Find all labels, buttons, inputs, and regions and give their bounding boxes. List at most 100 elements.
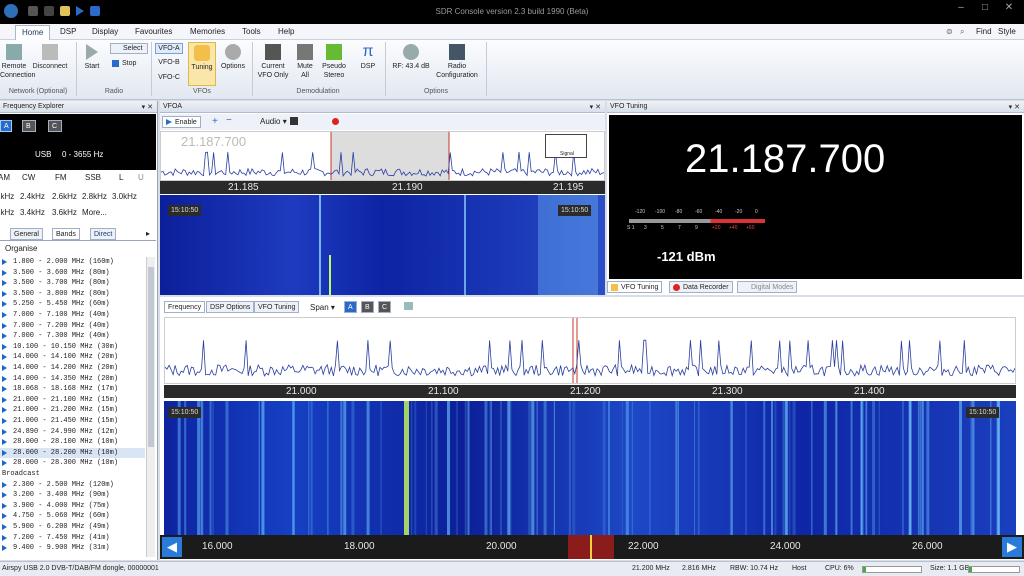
dsp-button[interactable]: π DSP (356, 44, 380, 71)
mode-cw[interactable]: CW (22, 173, 35, 182)
tab-home[interactable]: Home (15, 25, 51, 40)
band-list-item[interactable]: 5.900 - 6.200 MHz (49m) (0, 522, 145, 533)
band-list-item[interactable]: 5.250 - 5.450 MHz (60m) (0, 299, 145, 310)
chevron-right-icon[interactable]: ▸ (146, 229, 150, 238)
band-list-item[interactable]: 7.000 - 7.100 MHz (40m) (0, 310, 145, 321)
rf-gain-button[interactable]: RF: 43.4 dB (388, 44, 434, 71)
tab-display[interactable]: Display (92, 27, 118, 36)
print-icon[interactable] (404, 302, 413, 310)
zoom-in-icon[interactable]: + (212, 116, 218, 127)
band-list-item[interactable]: 21.000 - 21.200 MHz (15m) (0, 405, 145, 416)
more-filters-button[interactable]: More... (82, 208, 107, 217)
band-list-item[interactable]: 28.000 - 28.300 MHz (10m) (0, 458, 145, 469)
vfo-c-select[interactable]: C (378, 301, 392, 313)
band-list-item[interactable]: 21.000 - 21.100 MHz (15m) (0, 395, 145, 406)
scroll-right-button[interactable]: ▶ (1002, 537, 1022, 557)
main-waterfall[interactable]: 15:10:50 15:10:50 (164, 401, 1016, 535)
vfo-c-select[interactable]: C (48, 120, 62, 132)
tab-general[interactable]: General (10, 228, 43, 240)
filter-button[interactable]: 3.6kHz (52, 208, 77, 217)
tab-help[interactable]: Help (278, 27, 294, 36)
maximize-button[interactable]: □ (974, 2, 996, 16)
band-list-item[interactable]: 28.000 - 28.100 MHz (10m) (0, 437, 145, 448)
minimize-button[interactable]: – (950, 2, 972, 16)
mute-all-button[interactable]: Mute All (293, 44, 317, 80)
tab-direct[interactable]: Direct (90, 228, 117, 240)
vfo-a-select[interactable]: A (344, 301, 357, 313)
vfo-a-button[interactable]: VFO-A (155, 43, 183, 54)
mode-fm[interactable]: FM (55, 173, 67, 182)
band-list-item[interactable]: 14.000 - 14.350 MHz (20m) (0, 374, 145, 385)
tab-dsp[interactable]: DSP (60, 27, 76, 36)
broadcast-header[interactable]: Broadcast (0, 469, 145, 480)
band-list-item[interactable]: 3.200 - 3.400 MHz (90m) (0, 490, 145, 501)
tab-frequency[interactable]: Frequency (164, 301, 206, 313)
audio-dropdown[interactable]: Audio ▾ (260, 117, 287, 126)
filter-button[interactable]: 3.4kHz (20, 208, 45, 217)
speaker-icon[interactable] (290, 117, 298, 125)
band-list-item[interactable]: 2.300 - 2.500 MHz (120m) (0, 480, 145, 491)
mode-am[interactable]: AM (0, 173, 10, 182)
band-list-item[interactable]: 21.000 - 21.450 MHz (15m) (0, 416, 145, 427)
vfo-options-button[interactable]: Options (218, 44, 248, 71)
filter-button[interactable]: 2.4kHz (20, 192, 45, 201)
vfoa-spectrum[interactable]: 21.187.700 Signal (160, 131, 605, 181)
vfo-a-select[interactable]: A (0, 120, 12, 132)
select-button[interactable]: Select (110, 43, 148, 54)
band-list-item[interactable]: 3.500 - 3.700 MHz (80m) (0, 278, 145, 289)
tab-memories[interactable]: Memories (190, 27, 225, 36)
band-list-scrollbar[interactable] (146, 257, 155, 557)
tab-vfo-tuning-2[interactable]: VFO Tuning (254, 301, 300, 313)
vfo-b-button[interactable]: VFO-B (155, 58, 183, 67)
close-icon[interactable]: ▾ ✕ (142, 103, 153, 111)
tab-dsp-options[interactable]: DSP Options (206, 301, 255, 313)
stop-button[interactable]: Stop (110, 59, 148, 68)
filter-button[interactable]: 2kHz (0, 208, 14, 217)
band-list-item[interactable]: 7.000 - 7.200 MHz (40m) (0, 321, 145, 332)
radio-configuration-button[interactable]: Radio Configuration (432, 44, 482, 80)
band-list-item[interactable]: 10.100 - 10.150 MHz (30m) (0, 342, 145, 353)
current-vfo-only-button[interactable]: Current VFO Only (254, 44, 292, 80)
style-button[interactable]: Style (998, 27, 1016, 36)
disconnect-button[interactable]: Disconnect (30, 44, 70, 71)
band-list-item[interactable]: 24.890 - 24.990 MHz (12m) (0, 427, 145, 438)
tab-bands[interactable]: Bands (52, 228, 80, 240)
band-list-item[interactable]: 14.000 - 14.200 MHz (20m) (0, 363, 145, 374)
band-list-item[interactable]: 7.200 - 7.450 MHz (41m) (0, 533, 145, 544)
start-button[interactable]: Start (80, 44, 104, 71)
band-list-item[interactable]: 3.500 - 3.600 MHz (80m) (0, 268, 145, 279)
tab-tools[interactable]: Tools (242, 27, 261, 36)
vfo-c-button[interactable]: VFO-C (155, 73, 183, 82)
organise-button[interactable]: Organise (5, 244, 37, 253)
filter-button[interactable]: 2kHz (0, 192, 14, 201)
close-button[interactable]: ✕ (998, 2, 1020, 16)
vfoa-waterfall[interactable]: 15:10:50 15:10:50 (160, 195, 605, 295)
band-list-item[interactable]: 18.068 - 18.168 MHz (17m) (0, 384, 145, 395)
mode-ssb[interactable]: SSB (85, 173, 101, 182)
tab-vfo-tuning[interactable]: VFO Tuning (607, 281, 663, 293)
vfo-b-select[interactable]: B (22, 120, 36, 132)
band-list-item[interactable]: 3.900 - 4.000 MHz (75m) (0, 501, 145, 512)
vfo-b-select[interactable]: B (361, 301, 374, 313)
mode-l[interactable]: L (119, 173, 123, 182)
record-icon[interactable] (332, 118, 339, 125)
mode-u[interactable]: U (138, 173, 144, 182)
band-list-item[interactable]: 4.750 - 5.060 MHz (60m) (0, 511, 145, 522)
tuning-button[interactable]: Tuning (188, 42, 216, 86)
tuning-frequency[interactable]: 21.187.700 (685, 137, 885, 182)
band-list-item[interactable]: 3.500 - 3.800 MHz (80m) (0, 289, 145, 300)
band-list-item[interactable]: 9.400 - 9.900 MHz (31m) (0, 543, 145, 554)
close-icon[interactable]: ▾ ✕ (590, 103, 601, 111)
band-list-item[interactable]: 28.000 - 28.200 MHz (10m) (0, 447, 145, 459)
help-icon[interactable]: ⊜ (946, 27, 953, 36)
remote-connection-button[interactable]: Remote Connection (0, 44, 35, 80)
zoom-out-icon[interactable]: − (226, 115, 232, 126)
filter-button[interactable]: 3.0kHz (112, 192, 137, 201)
tab-data-recorder[interactable]: Data Recorder (669, 281, 733, 293)
scroll-left-button[interactable]: ◀ (162, 537, 182, 557)
pseudo-stereo-button[interactable]: Pseudo Stereo (318, 44, 350, 80)
band-list-item[interactable]: 1.800 - 2.000 MHz (160m) (0, 257, 145, 268)
close-icon[interactable]: ▾ ✕ (1009, 103, 1020, 111)
main-spectrum[interactable] (164, 317, 1016, 384)
tab-digital-modes[interactable]: Digital Modes (737, 281, 798, 293)
